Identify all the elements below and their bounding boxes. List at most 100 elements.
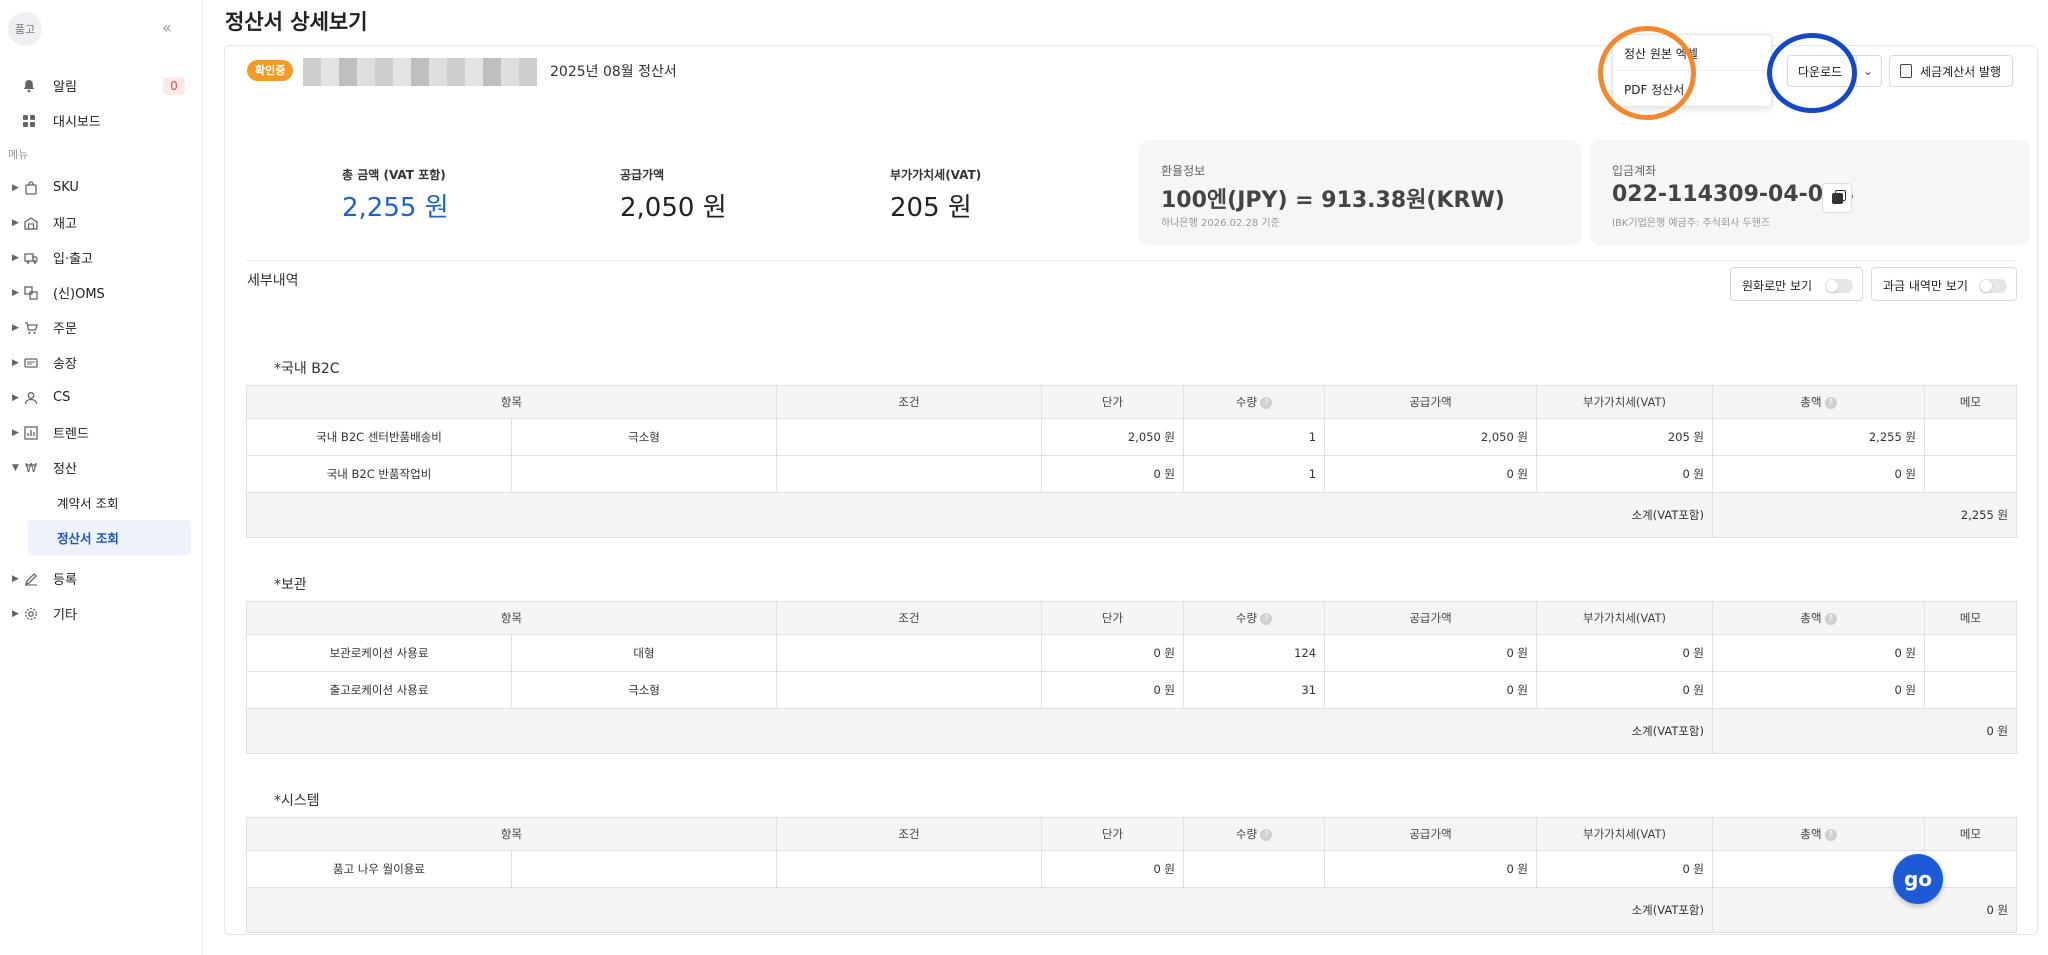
section-title-system: *시스템 xyxy=(274,793,320,809)
toggle-switch[interactable] xyxy=(1825,279,1853,293)
supply-amount-label: 공급가액 xyxy=(620,168,665,182)
sidebar-item-trend[interactable]: ▶ 트렌드 xyxy=(0,415,202,450)
chevron-down-icon: ▼ xyxy=(12,462,19,473)
deposit-account-number: 022-114309-04-014 xyxy=(1612,182,1854,207)
settlement-period: 2025년 08월 정산서 xyxy=(550,64,677,80)
column-header-condition: 조건 xyxy=(776,601,1043,635)
help-icon[interactable]: ? xyxy=(1824,828,1837,841)
total-header-label: 총액 xyxy=(1800,395,1822,409)
column-header-vat: 부가가치세(VAT) xyxy=(1536,385,1714,419)
nav-item-alerts[interactable]: 알림 0 xyxy=(0,68,202,103)
help-icon[interactable]: ? xyxy=(1824,612,1837,625)
help-icon[interactable]: ? xyxy=(1260,828,1273,841)
help-icon[interactable]: ? xyxy=(1824,396,1837,409)
column-header-memo: 메모 xyxy=(1924,817,2018,851)
supply-amount-value: 2,050 원 xyxy=(620,193,727,223)
column-header-item: 항목 xyxy=(245,385,778,419)
gear-icon xyxy=(24,607,38,621)
cell-type xyxy=(510,850,778,888)
supply-amount-stat: 공급가액 2,050 원 xyxy=(620,166,727,224)
deposit-account-label: 입금계좌 xyxy=(1612,164,1657,178)
total-amount-stat: 총 금액 (VAT 포함) 2,255 원 xyxy=(342,166,449,224)
cell-unit-price: 0 원 xyxy=(1041,850,1185,888)
cell-supply: 0 원 xyxy=(1324,455,1538,493)
exchange-rate-source: 하나은행 2026.02.28 기준 xyxy=(1161,218,1280,229)
cell-total: 0 원 xyxy=(1712,671,1926,709)
system-table: 항목 조건 단가 수량? 공급가액 부가가치세(VAT) 총액? 메모 품고 나… xyxy=(245,817,2018,933)
menu-section-title: 메뉴 xyxy=(8,148,29,161)
nav-item-dashboard[interactable]: 대시보드 xyxy=(0,103,202,138)
deposit-account-holder: IBK기업은행 예금주: 주식회사 두핸즈 xyxy=(1612,218,1771,229)
storage-table: 항목 조건 단가 수량? 공급가액 부가가치세(VAT) 총액? 메모 보관로케… xyxy=(245,601,2018,754)
cell-supply: 0 원 xyxy=(1324,850,1538,888)
cell-condition xyxy=(776,671,1043,709)
chat-support-button[interactable]: go xyxy=(1893,854,1943,904)
sidebar-item-inbound-outbound[interactable]: ▶ 입·출고 xyxy=(0,240,202,275)
column-header-supply: 공급가액 xyxy=(1324,817,1538,851)
chevron-down-icon[interactable]: ⌄ xyxy=(1863,64,1873,78)
cell-type xyxy=(510,455,778,493)
domestic-b2c-table: 항목 조건 단가 수량? 공급가액 부가가치세(VAT) 총액? 메모 국내 B… xyxy=(245,385,2018,538)
billed-only-toggle[interactable]: 과금 내역만 보기 xyxy=(1871,267,2017,301)
cell-quantity: 1 xyxy=(1183,455,1326,493)
cell-unit-price: 0 원 xyxy=(1041,634,1185,672)
truck-icon xyxy=(24,251,38,265)
sidebar-item-cs[interactable]: ▶ CS xyxy=(0,380,202,415)
qty-header-label: 수량 xyxy=(1235,611,1258,625)
vat-label: 부가가치세(VAT) xyxy=(890,168,982,182)
sidebar-item-sku[interactable]: ▶ SKU xyxy=(0,170,202,205)
vat-value: 205 원 xyxy=(890,193,972,223)
sidebar-item-register[interactable]: ▶ 등록 xyxy=(0,561,202,596)
column-header-quantity: 수량? xyxy=(1183,601,1326,635)
sidebar-item-label: 송장 xyxy=(53,357,77,372)
divider xyxy=(245,260,2015,261)
cell-memo xyxy=(1924,671,2018,709)
sidebar-item-settlement[interactable]: ▼ ₩ 정산 xyxy=(0,450,202,485)
logo[interactable]: 품고 xyxy=(8,12,42,46)
column-header-condition: 조건 xyxy=(776,817,1043,851)
collapse-sidebar-icon[interactable]: « xyxy=(162,18,172,37)
chevron-right-icon: ▶ xyxy=(12,217,19,228)
sidebar-subitem-settlements[interactable]: 정산서 조회 xyxy=(28,520,191,555)
sidebar-item-label: SKU xyxy=(53,180,79,195)
krw-only-toggle[interactable]: 원화로만 보기 xyxy=(1730,267,1863,301)
cell-supply: 0 원 xyxy=(1324,634,1538,672)
cell-item: 품고 나우 월이용료 xyxy=(246,850,512,888)
exchange-rate-label: 환율정보 xyxy=(1161,164,1206,178)
sidebar-item-label: (신)OMS xyxy=(53,287,105,302)
cell-total: 2,255 원 xyxy=(1712,418,1926,456)
exchange-rate-value: 100엔(JPY) = 913.38원(KRW) xyxy=(1161,188,1505,213)
sidebar-item-inventory[interactable]: ▶ 재고 xyxy=(0,205,202,240)
sidebar-item-etc[interactable]: ▶ 기타 xyxy=(0,596,202,631)
cell-total: 0 원 xyxy=(1712,455,1926,493)
sidebar-subitem-label: 정산서 조회 xyxy=(57,531,119,546)
sidebar-subitem-contracts[interactable]: 계약서 조회 xyxy=(0,485,202,520)
column-header-unit-price: 단가 xyxy=(1041,817,1185,851)
cell-condition xyxy=(776,850,1043,888)
sidebar-item-orders[interactable]: ▶ 주문 xyxy=(0,310,202,345)
exchange-rate-box: 환율정보 100엔(JPY) = 913.38원(KRW) 하나은행 2026.… xyxy=(1139,140,1581,245)
annotation-circle-blue xyxy=(1767,33,1857,113)
cell-item: 보관로케이션 사용료 xyxy=(246,634,512,672)
cell-condition xyxy=(776,455,1043,493)
issue-tax-invoice-button[interactable]: 세금계산서 발행 xyxy=(1889,55,2013,87)
toggle-switch[interactable] xyxy=(1979,279,2007,293)
copy-account-button[interactable] xyxy=(1822,183,1852,213)
cell-total: 0 원 xyxy=(1712,634,1926,672)
cell-memo xyxy=(1924,634,2018,672)
sidebar-item-invoice[interactable]: ▶ 송장 xyxy=(0,345,202,380)
cell-supply: 0 원 xyxy=(1324,671,1538,709)
subtotal-row: 소계(VAT포함) 0 원 xyxy=(245,708,2018,754)
redacted-company-name xyxy=(303,58,537,86)
subtotal-value: 0 원 xyxy=(1712,708,2018,754)
help-icon[interactable]: ? xyxy=(1260,396,1273,409)
subtotal-value: 0 원 xyxy=(1712,887,2018,933)
deposit-account-box: 입금계좌 022-114309-04-014 IBK기업은행 예금주: 주식회사… xyxy=(1590,140,2030,245)
sidebar-item-label: CS xyxy=(53,390,71,405)
cell-vat: 0 원 xyxy=(1536,634,1714,672)
total-amount-value: 2,255 원 xyxy=(342,193,449,223)
cell-unit-price: 0 원 xyxy=(1041,671,1185,709)
sidebar-item-oms[interactable]: ▶ (신)OMS xyxy=(0,275,202,310)
column-header-supply: 공급가액 xyxy=(1324,385,1538,419)
help-icon[interactable]: ? xyxy=(1260,612,1273,625)
